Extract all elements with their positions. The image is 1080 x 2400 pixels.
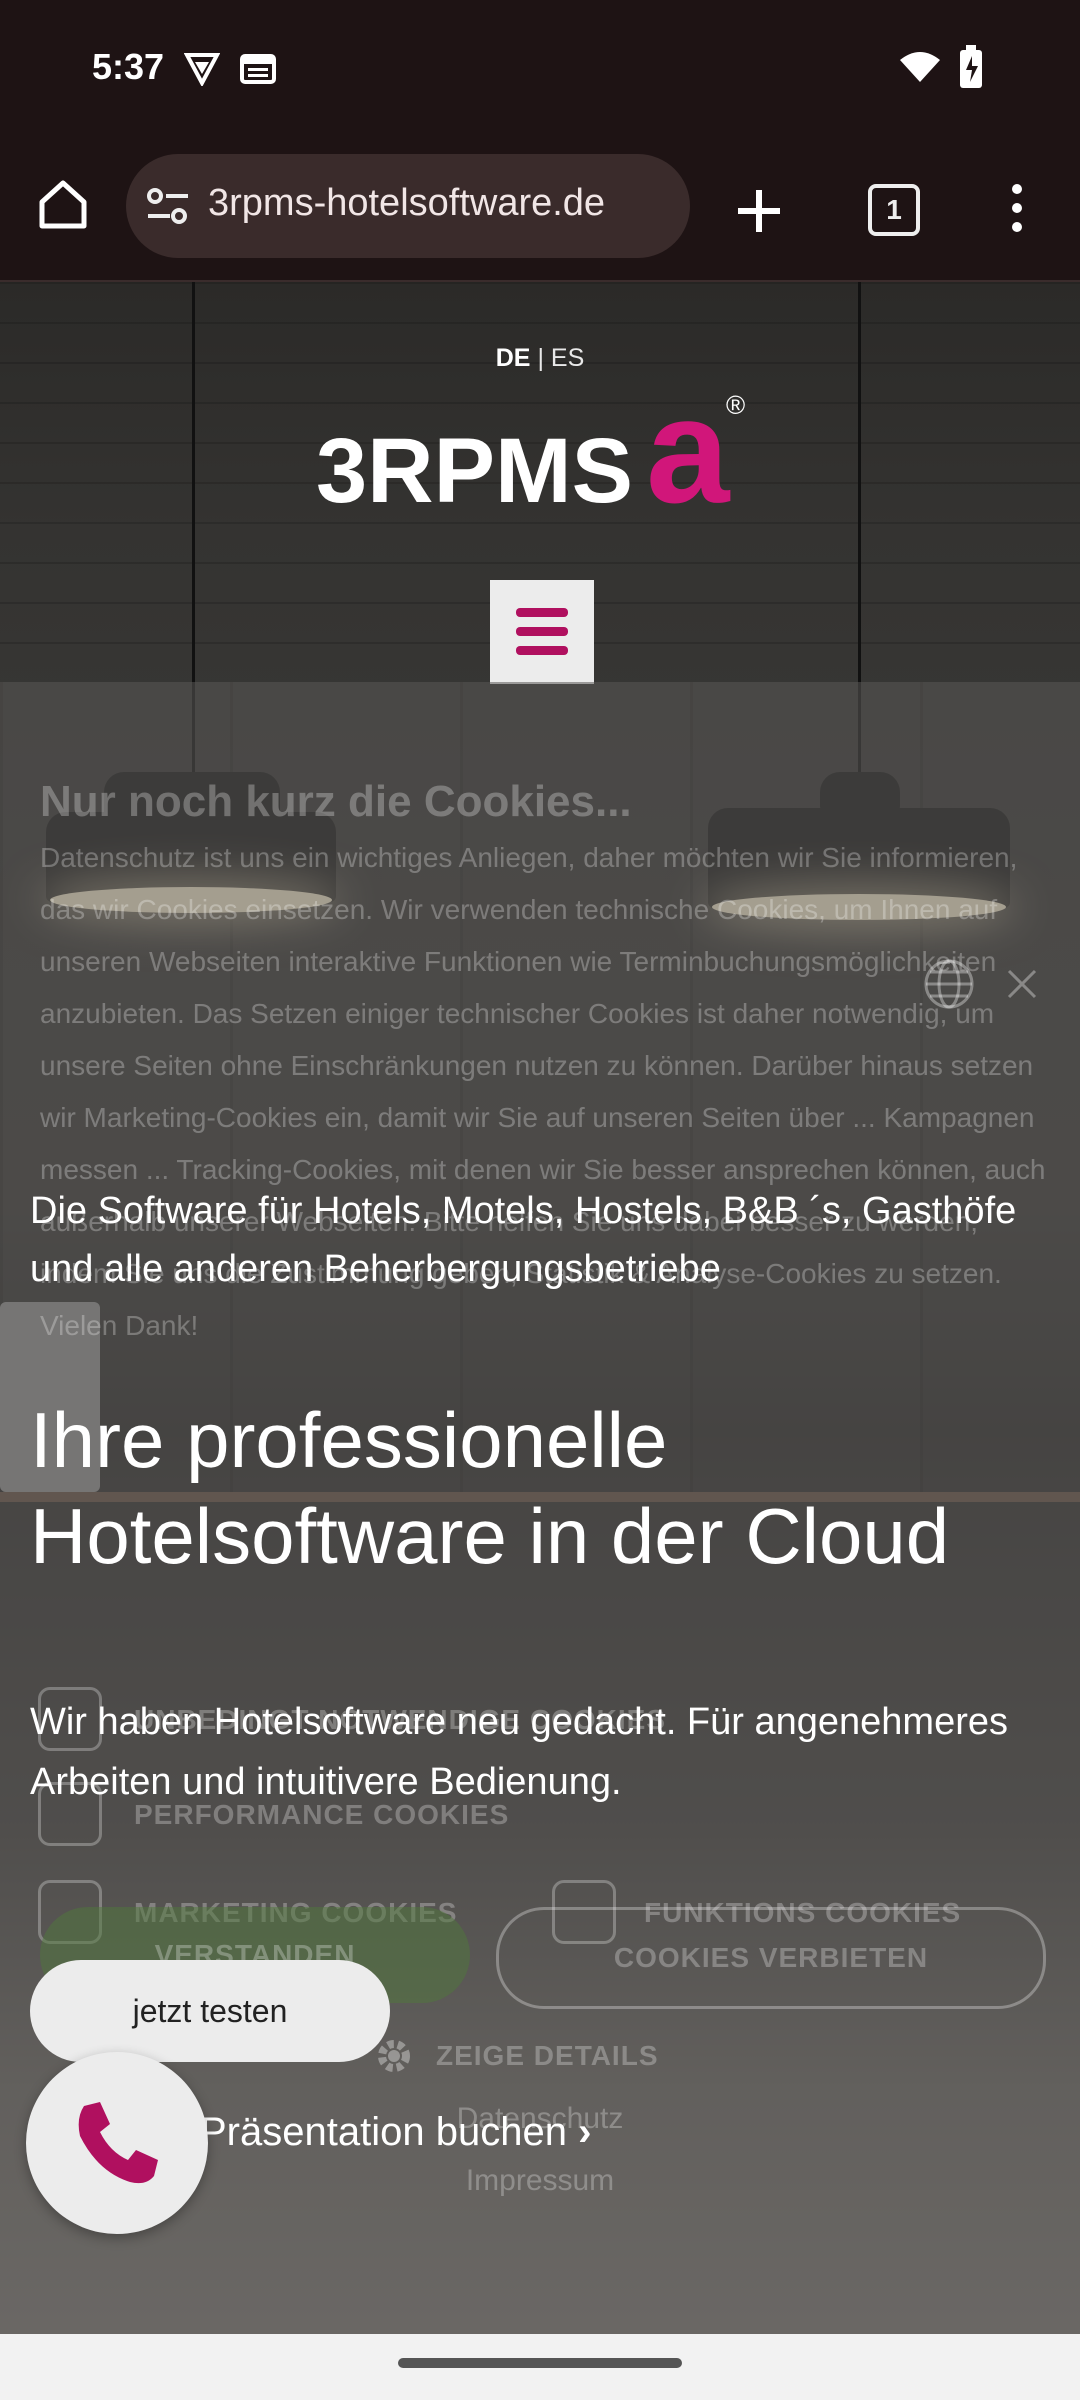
hero-section: DE | ES 3RPMS a ® Nur noch kurz die Cook… — [0, 282, 1080, 2334]
3rpms-logo[interactable]: 3RPMS a ® — [316, 378, 786, 518]
battery-charging-icon — [960, 45, 982, 88]
calendar-icon — [240, 54, 276, 84]
site-settings-icon[interactable] — [146, 186, 190, 226]
address-bar[interactable]: 3rpms-hotelsoftware.de — [126, 154, 690, 258]
hero-intro: Wir haben Hotelsoftware neu gedacht. Für… — [30, 1701, 1008, 1803]
new-tab-icon[interactable] — [736, 188, 782, 234]
hamburger-bar — [516, 627, 568, 636]
lang-de[interactable]: DE — [496, 344, 531, 372]
deny-cookies-label: COOKIES VERBIETEN — [613, 1942, 929, 1973]
gesture-nav-bar — [0, 2334, 1080, 2400]
lang-separator: | — [537, 344, 544, 372]
hamburger-menu-button[interactable] — [490, 580, 594, 684]
logo-mark: a — [646, 378, 731, 518]
hamburger-bar — [516, 646, 568, 655]
try-now-button[interactable]: jetzt testen — [30, 1960, 390, 2062]
try-now-label: jetzt testen — [132, 1993, 288, 2029]
home-gesture-handle[interactable] — [398, 2358, 682, 2368]
wifi-icon — [900, 52, 940, 82]
url-text: 3rpms-hotelsoftware.de — [208, 182, 606, 224]
hero-headline: Ihre professionelle Hotelsoftware in der… — [30, 1396, 950, 1580]
book-presentation-label: Präsentation buchen — [200, 2110, 567, 2154]
logo-text: 3RPMS — [316, 420, 633, 518]
language-switcher: DE | ES — [0, 344, 1080, 373]
show-details-link[interactable]: ZEIGE DETAILS — [436, 2040, 659, 2072]
home-icon[interactable] — [36, 178, 90, 232]
more-menu-icon[interactable] — [1008, 182, 1026, 234]
cookie-title: Nur noch kurz die Cookies... — [40, 777, 632, 826]
phone-icon — [78, 2102, 158, 2184]
hero-tagline: Die Software für Hotels, Motels, Hostels… — [30, 1190, 1017, 1290]
hamburger-icon — [516, 608, 568, 617]
lang-es[interactable]: ES — [551, 344, 584, 372]
status-bar: 5:37 — [0, 0, 1080, 140]
chevron-right-icon: › — [578, 2110, 592, 2154]
deny-cookies-button[interactable]: COOKIES VERBIETEN — [496, 1907, 1046, 2009]
tab-switcher-button[interactable]: 1 — [868, 184, 920, 236]
status-time: 5:37 — [92, 46, 165, 87]
vpn-shield-icon — [184, 53, 220, 86]
book-presentation-link[interactable]: Präsentation buchen › — [200, 2110, 591, 2155]
logo-registered: ® — [726, 390, 745, 420]
call-button[interactable] — [26, 2052, 208, 2234]
browser-toolbar: 3rpms-hotelsoftware.de 1 — [0, 140, 1080, 282]
